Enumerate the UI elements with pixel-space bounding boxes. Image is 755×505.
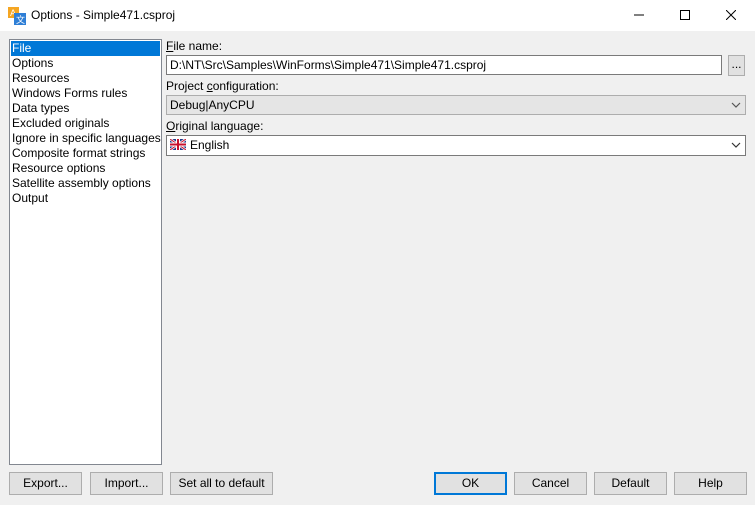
original-language-label: Original language: bbox=[166, 119, 264, 133]
ok-button[interactable]: OK bbox=[434, 472, 507, 495]
help-button[interactable]: Help bbox=[674, 472, 747, 495]
original-language-select[interactable]: English bbox=[166, 135, 746, 156]
file-name-input[interactable]: D:\NT\Src\Samples\WinForms\Simple471\Sim… bbox=[166, 55, 722, 75]
options-category-list[interactable]: File Options Resources Windows Forms rul… bbox=[9, 39, 162, 465]
cancel-button[interactable]: Cancel bbox=[514, 472, 587, 495]
nav-item-file[interactable]: File bbox=[11, 41, 160, 56]
project-configuration-value: Debug|AnyCPU bbox=[170, 98, 255, 112]
default-button[interactable]: Default bbox=[594, 472, 667, 495]
svg-text:文: 文 bbox=[16, 14, 25, 25]
chevron-down-icon bbox=[731, 142, 741, 148]
minimize-button[interactable] bbox=[616, 0, 662, 31]
import-button[interactable]: Import... bbox=[90, 472, 163, 495]
nav-item-resources[interactable]: Resources bbox=[10, 71, 161, 86]
original-language-value: English bbox=[190, 138, 230, 152]
browse-button[interactable]: ... bbox=[728, 55, 745, 76]
close-icon bbox=[725, 9, 737, 21]
nav-item-output[interactable]: Output bbox=[10, 191, 161, 206]
maximize-button[interactable] bbox=[662, 0, 708, 31]
nav-item-satellite-assembly-options[interactable]: Satellite assembly options bbox=[10, 176, 161, 191]
project-configuration-label: Project configuration: bbox=[166, 79, 279, 93]
app-translate-icon: A 文 bbox=[8, 7, 26, 25]
nav-item-excluded-originals[interactable]: Excluded originals bbox=[10, 116, 161, 131]
chevron-down-icon bbox=[731, 102, 741, 108]
export-button[interactable]: Export... bbox=[9, 472, 82, 495]
uk-flag-icon bbox=[170, 139, 186, 151]
file-name-label: File name: bbox=[166, 39, 223, 53]
minimize-icon bbox=[634, 14, 644, 16]
nav-item-windows-forms-rules[interactable]: Windows Forms rules bbox=[10, 86, 161, 101]
set-all-to-default-button[interactable]: Set all to default bbox=[170, 472, 273, 495]
nav-item-data-types[interactable]: Data types bbox=[10, 101, 161, 116]
nav-item-options[interactable]: Options bbox=[10, 56, 161, 71]
maximize-icon bbox=[680, 10, 690, 20]
nav-item-resource-options[interactable]: Resource options bbox=[10, 161, 161, 176]
close-button[interactable] bbox=[708, 0, 754, 31]
project-configuration-select[interactable]: Debug|AnyCPU bbox=[166, 95, 746, 115]
title-bar[interactable]: A 文 Options - Simple471.csproj bbox=[0, 0, 755, 31]
nav-item-ignore-languages[interactable]: Ignore in specific languages bbox=[10, 131, 161, 146]
nav-item-composite-format-strings[interactable]: Composite format strings bbox=[10, 146, 161, 161]
window-title: Options - Simple471.csproj bbox=[31, 8, 176, 22]
